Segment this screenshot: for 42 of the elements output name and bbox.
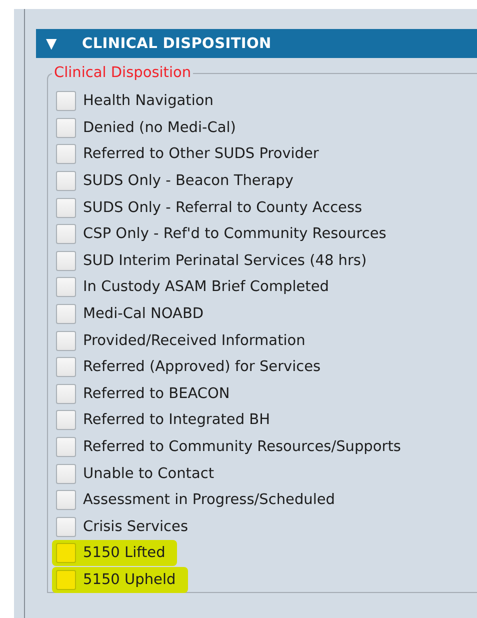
option-label: Referred to Community Resources/Supports — [83, 439, 401, 456]
option-label: Referred to Other SUDS Provider — [83, 146, 319, 162]
checkbox[interactable] — [56, 304, 76, 324]
collapse-toggle[interactable]: ▼ — [46, 36, 62, 52]
section-header[interactable]: ▼ CLINICAL DISPOSITION — [36, 29, 477, 58]
option-label: Assessment in Progress/Scheduled — [83, 492, 336, 508]
option-label: 5150 Upheld — [83, 572, 176, 588]
checkbox[interactable] — [56, 224, 76, 244]
option-label: CSP Only - Ref'd to Community Resources — [83, 226, 386, 242]
option-label: Crisis Services — [83, 518, 188, 535]
checkbox[interactable] — [56, 277, 76, 298]
checkbox[interactable] — [56, 516, 76, 537]
option-label: 5150 Lifted — [83, 545, 166, 562]
option-label: SUD Interim Perinatal Services (48 hrs) — [83, 252, 367, 269]
checkbox[interactable] — [56, 384, 76, 404]
group-legend: Clinical Disposition — [52, 64, 194, 82]
checkbox[interactable] — [56, 250, 76, 271]
checkbox[interactable] — [56, 144, 76, 164]
checkbox[interactable] — [56, 330, 76, 351]
option-label: Referred to Integrated BH — [83, 412, 270, 428]
option-label: Denied (no Medi-Cal) — [83, 120, 236, 136]
option-label: SUDS Only - Referral to County Access — [83, 200, 362, 216]
checkbox[interactable] — [56, 357, 76, 378]
section-title: CLINICAL DISPOSITION — [82, 36, 272, 52]
checkbox[interactable] — [56, 198, 76, 218]
checkbox[interactable] — [56, 490, 76, 510]
option-label: In Custody ASAM Brief Completed — [83, 279, 329, 296]
option-label: Referred to BEACON — [83, 386, 230, 402]
checkbox[interactable] — [56, 570, 76, 590]
option-label: Referred (Approved) for Services — [83, 359, 321, 376]
checkbox[interactable] — [56, 171, 76, 192]
option-label: Medi-Cal NOABD — [83, 306, 204, 322]
option-label: SUDS Only - Beacon Therapy — [83, 173, 294, 190]
checkbox[interactable] — [56, 410, 76, 430]
checkbox[interactable] — [56, 437, 76, 458]
option-label: Provided/Received Information — [83, 332, 306, 349]
option-label: Health Navigation — [83, 93, 214, 110]
checkbox[interactable] — [56, 91, 76, 112]
checkbox[interactable] — [56, 118, 76, 138]
checkbox[interactable] — [56, 464, 76, 484]
checkbox[interactable] — [56, 543, 76, 564]
option-label: Unable to Contact — [83, 466, 214, 482]
